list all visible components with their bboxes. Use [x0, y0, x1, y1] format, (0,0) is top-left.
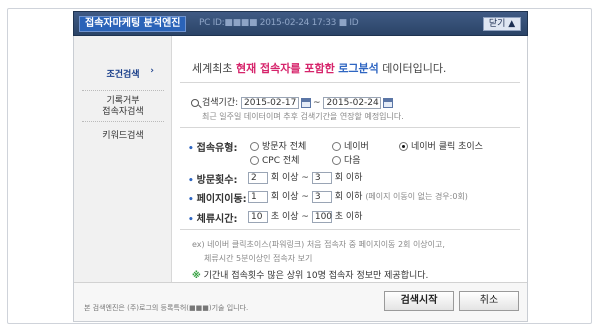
search-period-label: 검색기간: — [202, 98, 239, 108]
sidebar-item-keyword-search[interactable]: 키워드검색 — [74, 128, 172, 141]
date-separator: ~ — [313, 98, 321, 108]
window-titlebar: 접속자마케팅 분석엔진 PC ID:■■■■ 2015-02-24 17:33 … — [73, 11, 528, 36]
sidebar-divider — [82, 90, 164, 91]
bullet-icon: • — [188, 176, 194, 186]
chevron-right-icon: › — [150, 66, 154, 76]
search-start-button[interactable]: 검색시작 — [384, 291, 454, 311]
bottom-bar: 본 검색엔진은 (주)로그의 등록특허(■■■)기술 입니다. 검색시작 취소 — [74, 282, 527, 321]
headline-highlight-red: 현재 접속자를 포함한 — [235, 62, 335, 75]
bullet-icon: • — [188, 215, 194, 225]
analysis-panel: 조건검색 › 기록거부 접속자검색 키워드검색 세계최초 현재 접속자를 포함한… — [73, 36, 528, 322]
sidebar: 조건검색 › 기록거부 접속자검색 키워드검색 — [74, 36, 172, 282]
visit-type-option-cpc[interactable]: CPC 전체 — [250, 153, 299, 166]
stay-time-label: 체류시간: — [196, 214, 238, 225]
page-moves-max-input[interactable]: 3 — [311, 190, 332, 203]
sidebar-item-refused-visitor-search[interactable]: 기록거부 접속자검색 — [74, 96, 172, 118]
bullet-icon: • — [188, 195, 194, 205]
notice-row: ※ 기간내 접속횟수 많은 상위 10명 접속자 정보만 제공합니다. — [192, 268, 428, 281]
calendar-icon[interactable] — [383, 97, 394, 108]
sidebar-item-label: 기록거부 — [106, 96, 140, 106]
page-moves-label: 페이지이동: — [196, 194, 247, 205]
sidebar-item-condition-search[interactable]: 조건검색 — [74, 67, 172, 80]
example-line-1: ex) 네이버 클릭초이스(파워링크) 처음 접속자 중 페이지이동 2회 이상… — [192, 240, 445, 249]
divider — [180, 127, 520, 128]
page-moves-min-input[interactable]: 1 — [248, 190, 268, 203]
patent-note: 본 검색엔진은 (주)로그의 등록특허(■■■)기술 입니다. — [84, 304, 249, 312]
stay-time-max-input[interactable]: 100 — [311, 210, 332, 223]
end-date-input[interactable]: 2015-02-24 — [323, 96, 382, 109]
radio-selected-icon — [399, 142, 408, 151]
radio-icon — [332, 142, 341, 151]
sidebar-item-label: 키워드검색 — [102, 131, 144, 141]
headline: 세계최초 현재 접속자를 포함한 로그분석 데이터입니다. — [192, 60, 446, 76]
range-text: 회 이하 — [334, 192, 363, 202]
range-text: 초 이상 ~ — [270, 212, 309, 222]
headline-highlight-blue: 로그분석 — [338, 62, 379, 75]
page-moves-row: • 페이지이동: — [188, 190, 247, 205]
notice-mark-icon: ※ — [192, 271, 201, 281]
visit-count-min-input[interactable]: 2 — [248, 171, 268, 184]
range-text: 회 이상 ~ — [270, 173, 309, 183]
visit-type-label-row: • 접속유형: — [188, 139, 237, 154]
search-period-row: 검색기간: 2015-02-17 ~ 2015-02-24 — [191, 95, 395, 109]
bullet-icon: • — [188, 144, 194, 154]
visit-count-max-input[interactable]: 3 — [311, 171, 332, 184]
calendar-icon[interactable] — [301, 97, 312, 108]
cancel-button[interactable]: 취소 — [459, 291, 519, 311]
stay-time-min-input[interactable]: 10 — [248, 210, 268, 223]
visit-count-inputs: 2 회 이상 ~ 3 회 이하 — [248, 170, 362, 184]
visit-type-option-naver-clickchoice[interactable]: 네이버 클릭 초이스 — [399, 139, 483, 152]
radio-icon — [250, 156, 259, 165]
stay-time-inputs: 10 초 이상 ~ 100 초 이하 — [248, 209, 362, 223]
divider — [180, 229, 520, 230]
visit-type-label: 접속유형: — [196, 143, 238, 154]
window-title: 접속자마케팅 분석엔진 — [79, 16, 187, 32]
sidebar-divider — [82, 121, 164, 122]
sidebar-item-label: 접속자검색 — [102, 107, 144, 117]
search-period-note: 최근 일주일 데이터이며 추후 검색기간을 연장할 예정입니다. — [202, 112, 404, 121]
option-label: 네이버 — [344, 142, 369, 152]
page-moves-note: (페이지 이동이 없는 경우:0회) — [365, 192, 468, 201]
option-label: CPC 전체 — [262, 156, 300, 166]
visit-type-option-all[interactable]: 방문자 전체 — [250, 139, 306, 152]
session-info: PC ID:■■■■ 2015-02-24 17:33 ■ ID — [199, 18, 359, 28]
option-label: 네이버 클릭 초이스 — [411, 142, 483, 152]
headline-text: 세계최초 — [192, 62, 236, 75]
sidebar-item-label: 조건검색 — [106, 70, 140, 80]
notice-text: 기간내 접속횟수 많은 상위 10명 접속자 정보만 제공합니다. — [203, 271, 429, 281]
range-text: 회 이하 — [334, 173, 363, 183]
page-moves-inputs: 1 회 이상 ~ 3 회 이하 (페이지 이동이 없는 경우:0회) — [248, 189, 468, 203]
visit-count-row: • 방문횟수: — [188, 171, 237, 186]
visit-count-label: 방문횟수: — [196, 175, 238, 186]
headline-text: 데이터입니다. — [378, 62, 447, 75]
visit-type-option-naver[interactable]: 네이버 — [332, 139, 369, 152]
radio-icon — [250, 142, 259, 151]
search-icon — [191, 98, 199, 107]
option-label: 다음 — [344, 156, 361, 166]
divider — [180, 82, 520, 83]
option-label: 방문자 전체 — [262, 142, 307, 152]
visit-type-option-daum[interactable]: 다음 — [332, 153, 361, 166]
example-line-2: 체류시간 5분이상인 접속자 보기 — [204, 254, 313, 263]
start-date-input[interactable]: 2015-02-17 — [241, 96, 300, 109]
range-text: 회 이상 ~ — [270, 192, 309, 202]
range-text: 초 이하 — [334, 212, 363, 222]
close-button[interactable]: 닫기 ▲ — [483, 17, 521, 31]
stay-time-row: • 체류시간: — [188, 210, 237, 225]
radio-icon — [332, 156, 341, 165]
